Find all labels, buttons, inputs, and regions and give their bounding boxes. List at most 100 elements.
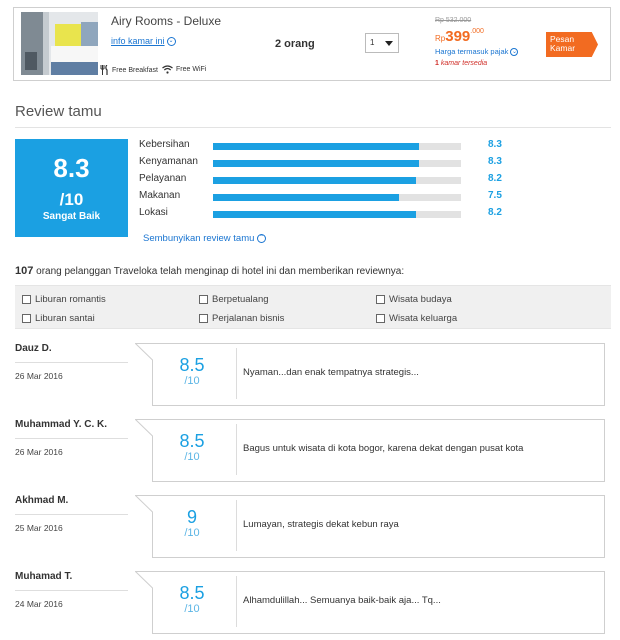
hide-reviews-label: Sembunyikan review tamu [143, 233, 255, 244]
room-card: Airy Rooms - Deluxe info kamar ini ⌄ Free… [13, 7, 611, 81]
review-card: 8.5/10 Nyaman...dan enak tempatnya strat… [135, 343, 605, 406]
divider [15, 362, 128, 363]
review-score-value: 9 [186, 507, 197, 527]
divider [15, 590, 128, 591]
filter-label: Perjalanan bisnis [212, 313, 285, 324]
amenity-breakfast: Free Breakfast [100, 65, 158, 75]
checkbox[interactable] [376, 314, 385, 323]
review-card: 8.5/10 Bagus untuk wisata di kota bogor,… [135, 419, 605, 482]
checkbox[interactable] [199, 295, 208, 304]
room-info-link[interactable]: info kamar ini ⌄ [111, 36, 176, 47]
category-bar-fill [213, 211, 417, 218]
tax-note-label: Harga termasuk pajak [435, 47, 509, 56]
review-score-value: 8.5 [179, 355, 205, 375]
divider [236, 348, 237, 399]
review-card: 8.5/10 Alhamdulillah... Semuanya baik-ba… [135, 571, 605, 634]
divider [15, 514, 128, 515]
price-main: 399 [445, 28, 471, 45]
filter-culture[interactable]: Wisata budaya [376, 294, 452, 305]
price-currency: Rp [435, 34, 446, 43]
divider [15, 438, 128, 439]
category-label: Kebersihan [139, 139, 190, 150]
review-score: 8.5/10 [165, 583, 219, 615]
category-value: 8.2 [488, 173, 502, 184]
room-photo[interactable] [21, 12, 98, 75]
chevron-up-icon: ⌃ [257, 233, 267, 243]
checkbox[interactable] [199, 314, 208, 323]
review-item: Dauz D. 26 Mar 2016 8.5/10 Nyaman...dan … [15, 343, 605, 406]
book-button-label-2: Kamar [550, 43, 576, 53]
review-score-max: /10 [184, 527, 200, 539]
current-price: Rp399.000 [435, 28, 484, 45]
review-date: 26 Mar 2016 [15, 447, 63, 457]
section-divider [15, 127, 611, 128]
review-text: Alhamdulillah... Semuanya baik-baik aja.… [243, 595, 441, 606]
category-bar-fill [213, 194, 399, 201]
category-bar [213, 160, 461, 167]
filter-family[interactable]: Wisata keluarga [376, 313, 457, 324]
category-value: 8.3 [488, 156, 502, 167]
room-name: Airy Rooms - Deluxe [111, 14, 222, 28]
divider [236, 424, 237, 475]
category-row: Kebersihan 8.3 [139, 139, 511, 156]
review-text: Lumayan, strategis dekat kebun raya [243, 519, 399, 530]
room-quantity-select[interactable]: 1 [365, 33, 399, 53]
category-label: Lokasi [139, 207, 168, 218]
category-bar-fill [213, 143, 419, 150]
filter-label: Wisata keluarga [389, 313, 458, 324]
review-summary-text: orang pelanggan Traveloka telah menginap… [36, 266, 405, 277]
review-score-value: 8.5 [179, 431, 205, 451]
category-bar [213, 143, 461, 150]
filter-label: Wisata budaya [389, 294, 452, 305]
review-item: Akhmad M. 25 Mar 2016 9/10 Lumayan, stra… [15, 495, 605, 558]
overall-score-box: 8.3 /10 Sangat Baik [15, 139, 128, 237]
availability-text: kamar tersedia [440, 60, 488, 67]
review-card: 9/10 Lumayan, strategis dekat kebun raya [135, 495, 605, 558]
review-item: Muhamad T. 24 Mar 2016 8.5/10 Alhamdulil… [15, 571, 605, 634]
filter-relax[interactable]: Liburan santai [22, 313, 95, 324]
fork-knife-icon [100, 65, 108, 75]
review-section-title: Review tamu [15, 103, 102, 120]
caret-down-icon [385, 41, 393, 46]
overall-score-max: /10 [59, 190, 84, 209]
book-room-button[interactable]: Pesan Kamar [546, 32, 598, 57]
checkbox[interactable] [22, 295, 31, 304]
overall-score: 8.3 [53, 153, 90, 183]
review-score-value: 8.5 [179, 583, 205, 603]
availability-count: 1 [435, 60, 439, 67]
category-row: Makanan 7.5 [139, 190, 511, 207]
trip-type-filters: Liburan romantis Berpetualang Wisata bud… [15, 285, 611, 329]
review-score: 8.5/10 [165, 431, 219, 463]
amenity-label: Free WiFi [176, 66, 207, 73]
reviewer-name: Muhamad T. [15, 571, 73, 582]
filter-business[interactable]: Perjalanan bisnis [199, 313, 284, 324]
checkbox[interactable] [376, 295, 385, 304]
room-quantity-value: 1 [370, 38, 375, 47]
category-value: 7.5 [488, 190, 502, 201]
reviewer-name: Akhmad M. [15, 495, 69, 506]
filter-adventure[interactable]: Berpetualang [199, 294, 269, 305]
divider [236, 500, 237, 551]
category-value: 8.3 [488, 139, 502, 150]
hide-reviews-link[interactable]: Sembunyikan review tamu ⌃ [143, 233, 267, 244]
review-score: 9/10 [165, 507, 219, 539]
category-bar-fill [213, 177, 417, 184]
category-label: Pelayanan [139, 173, 187, 184]
reviewer-name: Muhammad Y. C. K. [15, 419, 108, 430]
filter-label: Liburan santai [35, 313, 95, 324]
category-bar-fill [213, 160, 419, 167]
availability-note: 1 kamar tersedia [435, 60, 487, 67]
filter-label: Liburan romantis [35, 294, 106, 305]
original-price: Rp 532.000 [435, 17, 472, 24]
filter-label: Berpetualang [212, 294, 269, 305]
filter-romantic[interactable]: Liburan romantis [22, 294, 106, 305]
category-bar [213, 211, 461, 218]
checkbox[interactable] [22, 314, 31, 323]
chevron-down-icon: ⌄ [166, 37, 176, 47]
category-bar [213, 177, 461, 184]
amenity-label: Free Breakfast [112, 66, 158, 74]
category-label: Kenyamanan [139, 156, 198, 167]
divider [236, 576, 237, 627]
review-date: 24 Mar 2016 [15, 599, 63, 609]
tax-note[interactable]: Harga termasuk pajak ⌄ [435, 47, 519, 57]
